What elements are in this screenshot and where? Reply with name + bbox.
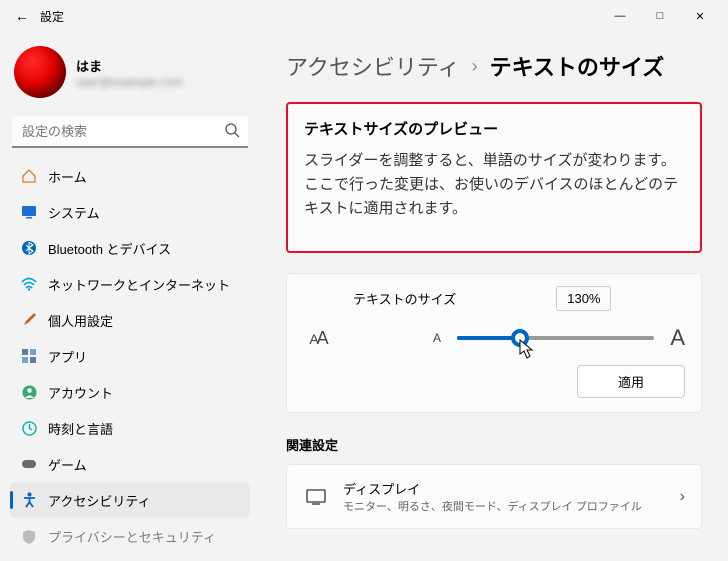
slider-value: 130% bbox=[556, 286, 611, 311]
sidebar-item-label: 時刻と言語 bbox=[48, 419, 113, 438]
sidebar-item-label: アカウント bbox=[48, 383, 113, 402]
sidebar-item-label: ホーム bbox=[48, 167, 87, 186]
minimize-button[interactable]: — bbox=[600, 0, 640, 32]
sidebar-item-privacy[interactable]: プライバシーとセキュリティ bbox=[10, 518, 250, 553]
avatar bbox=[14, 46, 66, 98]
sidebar-item-network[interactable]: ネットワークとインターネット bbox=[10, 266, 250, 302]
window-title: 設定 bbox=[40, 8, 64, 25]
user-name: はま bbox=[76, 56, 183, 75]
clock-icon bbox=[20, 419, 38, 437]
preview-body: スライダーを調整すると、単語のサイズが変わります。ここで行った変更は、お使いのデ… bbox=[304, 149, 684, 221]
text-size-card: テキストのサイズ 130% AA A A 適用 bbox=[286, 273, 702, 413]
text-size-slider[interactable] bbox=[457, 336, 654, 340]
search-icon bbox=[224, 122, 240, 143]
apply-button[interactable]: 適用 bbox=[577, 365, 685, 398]
breadcrumb: アクセシビリティ › テキストのサイズ bbox=[286, 50, 702, 82]
related-section-title: 関連設定 bbox=[286, 435, 702, 454]
sidebar-item-label: Bluetooth とデバイス bbox=[48, 239, 171, 258]
slider-min-icon: A bbox=[433, 331, 441, 345]
sidebar-item-label: ゲーム bbox=[48, 455, 87, 474]
related-item-subtitle: モニター、明るさ、夜間モード、ディスプレイ プロファイル bbox=[343, 498, 666, 514]
sidebar-item-label: アクセシビリティ bbox=[48, 491, 151, 510]
sidebar-item-bluetooth[interactable]: Bluetooth とデバイス bbox=[10, 230, 250, 266]
sidebar-item-system[interactable]: システム bbox=[10, 194, 250, 230]
display-icon bbox=[303, 489, 329, 505]
slider-label: テキストのサイズ bbox=[353, 289, 456, 308]
text-aa-small-icon: AA bbox=[303, 328, 333, 349]
sidebar-item-time[interactable]: 時刻と言語 bbox=[10, 410, 250, 446]
page-title: テキストのサイズ bbox=[490, 50, 665, 82]
sidebar-nav: ホーム システム Bluetooth とデバイス ネットワークとインターネット … bbox=[10, 158, 250, 553]
close-button[interactable]: ✕ bbox=[680, 0, 720, 32]
accessibility-icon bbox=[20, 491, 38, 509]
bluetooth-icon bbox=[20, 239, 38, 257]
system-icon bbox=[20, 203, 38, 221]
slider-max-icon: A bbox=[670, 325, 685, 351]
sidebar-item-apps[interactable]: アプリ bbox=[10, 338, 250, 374]
search-input[interactable] bbox=[12, 116, 248, 148]
user-email: user@example.com bbox=[76, 75, 183, 89]
sidebar-item-label: プライバシーとセキュリティ bbox=[48, 527, 216, 546]
sidebar-item-label: システム bbox=[48, 203, 100, 222]
shield-icon bbox=[20, 527, 38, 545]
text-size-preview: テキストサイズのプレビュー スライダーを調整すると、単語のサイズが変わります。こ… bbox=[286, 102, 702, 253]
brush-icon bbox=[20, 311, 38, 329]
sidebar-item-accessibility[interactable]: アクセシビリティ bbox=[10, 482, 250, 518]
game-icon bbox=[20, 455, 38, 473]
sidebar-item-personalize[interactable]: 個人用設定 bbox=[10, 302, 250, 338]
related-item-title: ディスプレイ bbox=[343, 479, 666, 498]
back-button[interactable]: ← bbox=[8, 8, 36, 24]
breadcrumb-parent[interactable]: アクセシビリティ bbox=[286, 50, 460, 82]
chevron-right-icon: › bbox=[472, 56, 478, 77]
maximize-button[interactable]: □ bbox=[640, 0, 680, 32]
apps-icon bbox=[20, 347, 38, 365]
cursor-icon bbox=[519, 339, 535, 364]
home-icon bbox=[20, 167, 38, 185]
related-display-item[interactable]: ディスプレイ モニター、明るさ、夜間モード、ディスプレイ プロファイル › bbox=[286, 464, 702, 529]
sidebar-item-label: 個人用設定 bbox=[48, 311, 113, 330]
chevron-right-icon: › bbox=[680, 488, 685, 506]
sidebar-item-account[interactable]: アカウント bbox=[10, 374, 250, 410]
sidebar-item-label: ネットワークとインターネット bbox=[48, 275, 230, 294]
preview-heading: テキストサイズのプレビュー bbox=[304, 118, 684, 139]
sidebar-item-label: アプリ bbox=[48, 347, 87, 366]
account-icon bbox=[20, 383, 38, 401]
user-block[interactable]: はま user@example.com bbox=[10, 40, 250, 112]
sidebar-item-game[interactable]: ゲーム bbox=[10, 446, 250, 482]
search-box[interactable] bbox=[12, 116, 248, 148]
wifi-icon bbox=[20, 275, 38, 293]
sidebar-item-home[interactable]: ホーム bbox=[10, 158, 250, 194]
